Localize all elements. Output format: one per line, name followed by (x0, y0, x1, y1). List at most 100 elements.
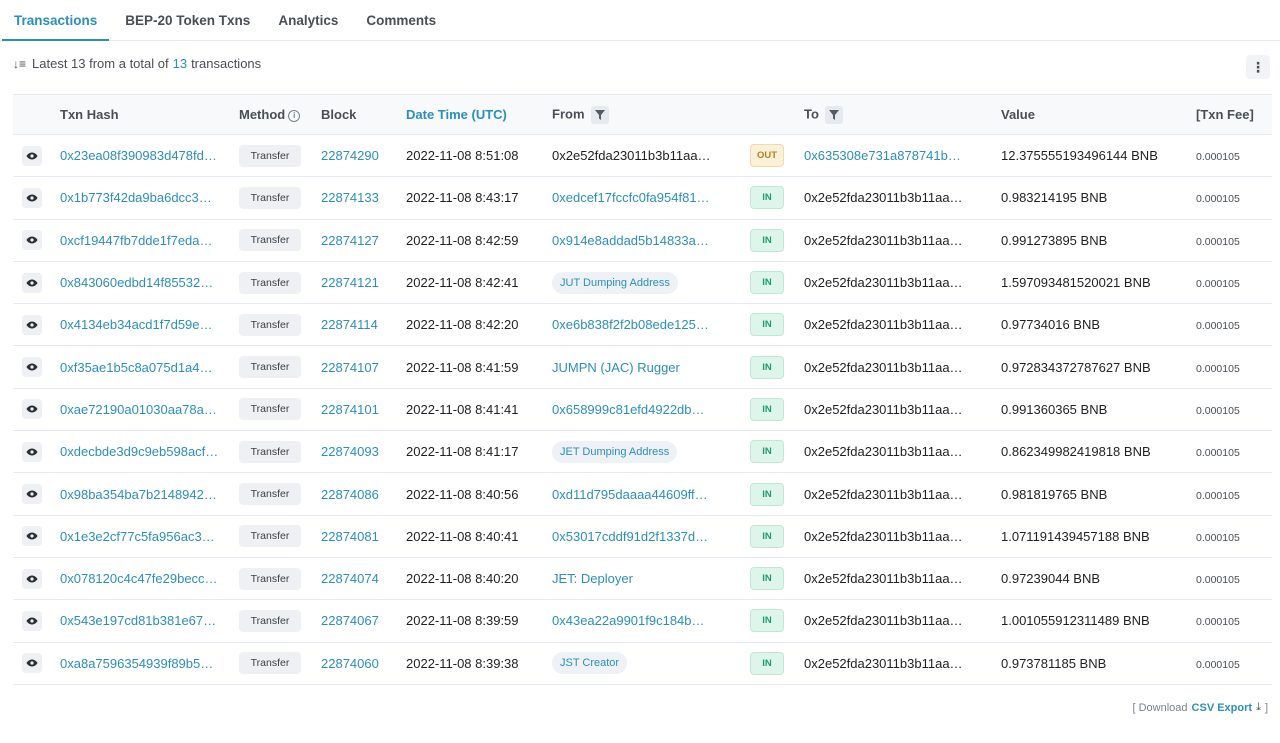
eye-icon[interactable] (22, 484, 42, 505)
txn-fee: 0.000105 (1196, 574, 1240, 587)
txn-hash-link[interactable]: 0x078120c4c47fe29becc… (60, 571, 239, 586)
tab-comments[interactable]: Comments (352, 0, 450, 40)
transactions-table-wrap: Txn Hash Method i Block Date Time (UTC) F… (13, 94, 1272, 685)
txn-hash-link[interactable]: 0x843060edbd14f85532… (60, 275, 239, 290)
footer-open: [ Download (1132, 701, 1188, 714)
value-amount: 0.972834372787627 BNB (1001, 359, 1151, 375)
sort-icon[interactable]: ↓≡ (13, 57, 26, 71)
method-badge: Transfer (239, 567, 301, 590)
from-address-link[interactable]: JET: Deployer (552, 571, 750, 586)
eye-icon[interactable] (22, 653, 42, 674)
from-address-link[interactable]: 0x53017cddf91d2f1337d… (552, 529, 750, 544)
txn-hash-link[interactable]: 0x23ea08f390983d478fd… (60, 148, 239, 163)
txn-fee: 0.000105 (1196, 235, 1240, 248)
to-address: 0x2e52fda23011b3b11aa… (804, 613, 963, 629)
value-amount: 0.983214195 BNB (1001, 190, 1108, 206)
value-amount: 1.597093481520021 BNB (1001, 275, 1151, 291)
header-to-label: To (804, 105, 819, 121)
block-link[interactable]: 22874081 (321, 529, 379, 544)
block-link[interactable]: 22874060 (321, 656, 379, 671)
direction-badge: IN (750, 228, 784, 252)
eye-icon[interactable] (22, 145, 42, 166)
block-link[interactable]: 22874074 (321, 571, 379, 586)
eye-icon[interactable] (22, 357, 42, 378)
tab-bar: Transactions BEP-20 Token Txns Analytics Co… (0, 0, 1280, 41)
txn-hash-link[interactable]: 0xdecbde3d9c9eb598acf… (60, 444, 239, 459)
summary-count[interactable]: 13 (173, 56, 187, 71)
tab-analytics[interactable]: Analytics (264, 0, 352, 40)
from-address-tag[interactable]: JUT Dumping Address (552, 271, 678, 294)
tab-transactions[interactable]: Transactions (0, 0, 111, 41)
datetime-value: 2022-11-08 8:41:59 (406, 359, 519, 375)
block-link[interactable]: 22874067 (321, 613, 379, 628)
block-link[interactable]: 22874107 (321, 360, 379, 375)
eye-icon[interactable] (22, 230, 42, 251)
datetime-value: 2022-11-08 8:40:41 (406, 528, 519, 544)
from-address-link[interactable]: 0x658999c81efd4922db… (552, 402, 750, 417)
eye-icon[interactable] (22, 526, 42, 547)
txn-fee: 0.000105 (1196, 447, 1240, 460)
txn-hash-link[interactable]: 0xcf19447fb7dde1f7eda… (60, 233, 239, 248)
to-address: 0x2e52fda23011b3b11aa… (804, 232, 963, 248)
txn-hash-link[interactable]: 0xa8a7596354939f89b5… (60, 656, 239, 671)
header-datetime[interactable]: Date Time (UTC) (406, 95, 552, 135)
eye-icon[interactable] (22, 610, 42, 631)
from-address-link[interactable]: 0xedcef17fccfc0fa954f81… (552, 190, 750, 205)
from-address-link[interactable]: 0x43ea22a9901f9c184b… (552, 613, 750, 628)
download-icon[interactable]: ⤓ (1256, 701, 1261, 714)
to-address-link[interactable]: 0x635308e731a878741b… (804, 148, 1001, 163)
tab-bep-20-token-txns[interactable]: BEP-20 Token Txns (111, 0, 264, 40)
to-address: 0x2e52fda23011b3b11aa… (804, 486, 963, 502)
value-amount: 12.375555193496144 BNB (1001, 148, 1158, 164)
method-badge: Transfer (239, 398, 301, 421)
direction-badge: IN (750, 524, 784, 548)
table-row: 0x1b773f42da9ba6dcc3… Transfer 22874133 202… (13, 177, 1272, 220)
from-address-link[interactable]: 0xe6b838f2f2b08ede125… (552, 317, 750, 332)
value-amount: 0.97734016 BNB (1001, 317, 1101, 333)
from-address-link[interactable]: JUMPN (JAC) Rugger (552, 360, 750, 375)
transactions-table: Txn Hash Method i Block Date Time (UTC) F… (13, 94, 1272, 685)
eye-icon[interactable] (22, 187, 42, 208)
from-address-tag[interactable]: JST Creator (552, 652, 628, 675)
direction-badge: IN (750, 313, 784, 337)
direction-badge: IN (750, 440, 784, 464)
txn-hash-link[interactable]: 0x4134eb34acd1f7d59e… (60, 317, 239, 332)
txn-hash-link[interactable]: 0x98ba354ba7b2148942… (60, 487, 239, 502)
txn-fee: 0.000105 (1196, 616, 1240, 629)
block-link[interactable]: 22874121 (321, 275, 379, 290)
info-icon[interactable]: i (288, 109, 301, 122)
eye-icon[interactable] (22, 314, 42, 335)
datetime-value: 2022-11-08 8:41:17 (406, 444, 519, 460)
eye-icon[interactable] (22, 441, 42, 462)
block-link[interactable]: 22874127 (321, 233, 379, 248)
txn-fee: 0.000105 (1196, 489, 1240, 502)
block-link[interactable]: 22874133 (321, 190, 379, 205)
txn-hash-link[interactable]: 0xf35ae1b5c8a075d1a4… (60, 360, 239, 375)
filter-icon[interactable] (590, 105, 609, 124)
block-link[interactable]: 22874093 (321, 444, 379, 459)
eye-icon[interactable] (22, 272, 42, 293)
block-link[interactable]: 22874114 (321, 317, 378, 332)
method-badge: Transfer (239, 271, 301, 294)
txn-hash-link[interactable]: 0x1e3e2cf77c5fa956ac3… (60, 529, 239, 544)
from-address-tag[interactable]: JET Dumping Address (552, 440, 678, 463)
filter-icon[interactable] (824, 105, 843, 124)
eye-icon[interactable] (22, 399, 42, 420)
more-options-button[interactable]: ⋮ (1246, 55, 1270, 79)
txn-hash-link[interactable]: 0xae72190a01030aa78a… (60, 402, 239, 417)
table-row: 0x543e197cd81b381e67… Transfer 22874067 202… (13, 600, 1272, 643)
header-to: To (804, 95, 1001, 135)
from-address-link[interactable]: 0x914e8addad5b14833a… (552, 233, 750, 248)
from-address-link[interactable]: 0xd11d795daaaa44609ff… (552, 487, 750, 502)
datetime-value: 2022-11-08 8:42:20 (406, 317, 519, 333)
txn-hash-link[interactable]: 0x543e197cd81b381e67… (60, 613, 239, 628)
to-address: 0x2e52fda23011b3b11aa… (804, 317, 963, 333)
block-link[interactable]: 22874101 (321, 402, 379, 417)
direction-badge: IN (750, 271, 784, 295)
block-link[interactable]: 22874290 (321, 148, 379, 163)
csv-export-link[interactable]: CSV Export (1192, 702, 1253, 714)
txn-hash-link[interactable]: 0x1b773f42da9ba6dcc3… (60, 190, 239, 205)
block-link[interactable]: 22874086 (321, 487, 379, 502)
eye-icon[interactable] (22, 568, 42, 589)
header-from-label: From (552, 105, 585, 121)
